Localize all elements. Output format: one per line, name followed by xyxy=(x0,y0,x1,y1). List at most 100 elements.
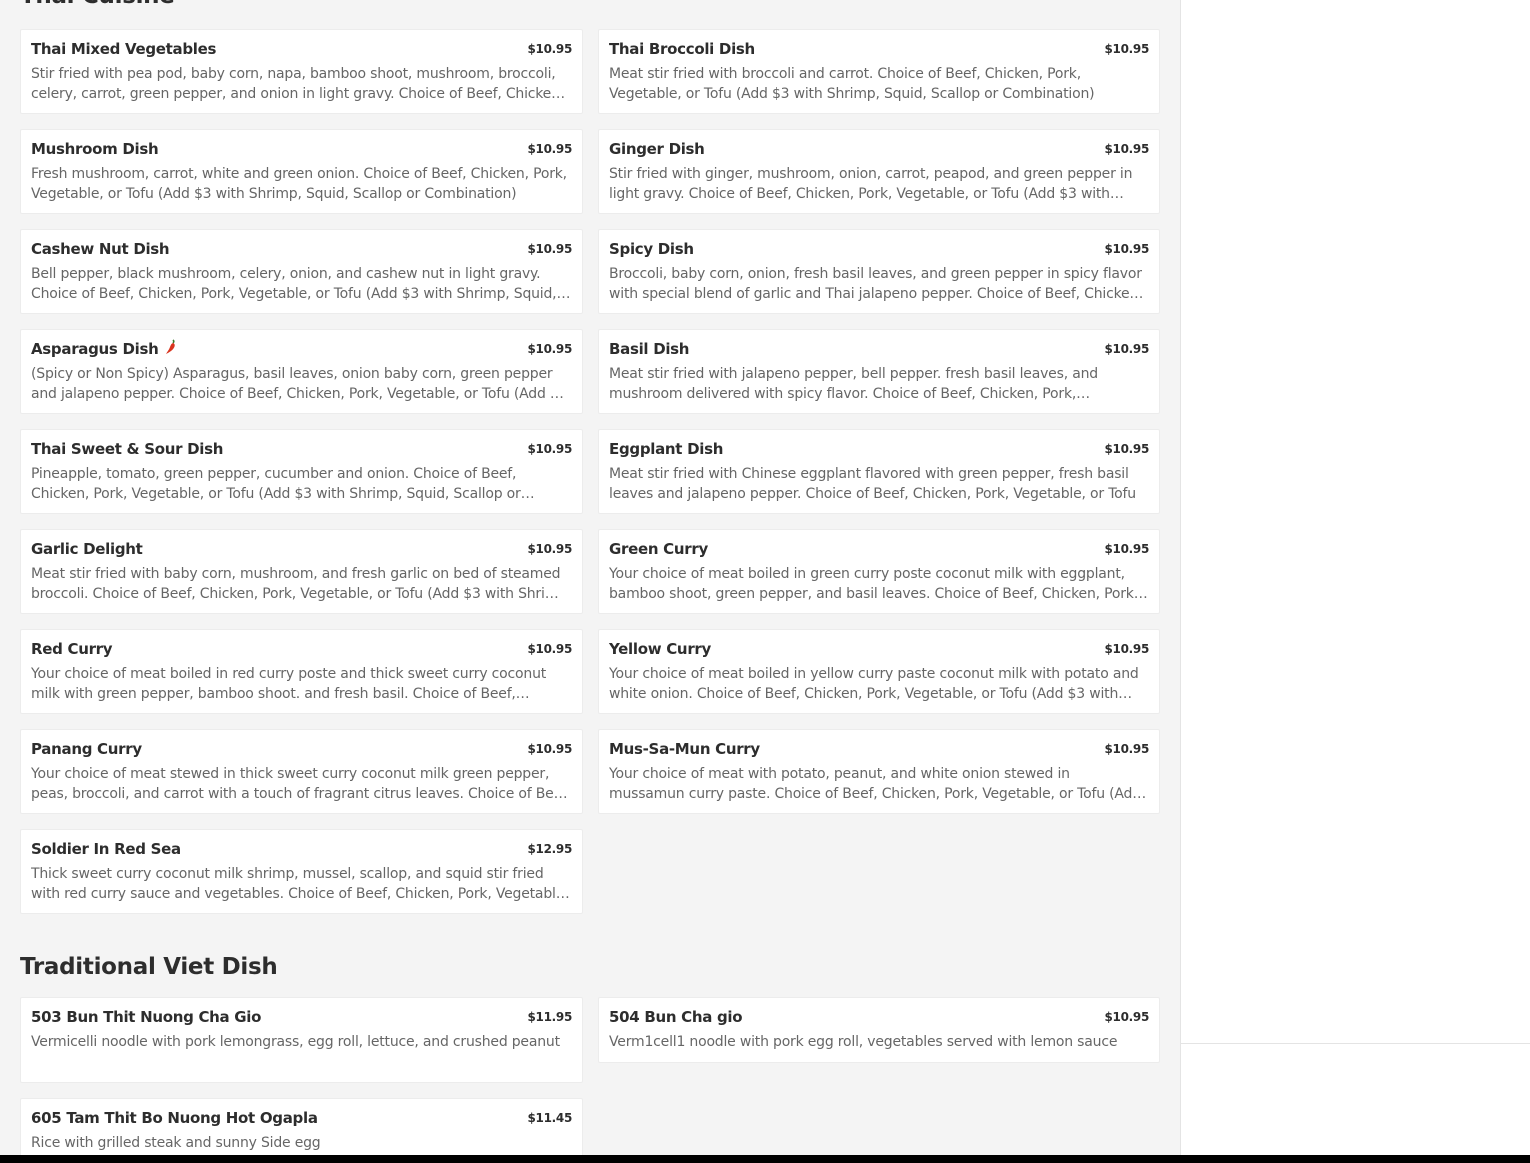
menu-item-header: Mus-Sa-Mun Curry $10.95 xyxy=(609,740,1149,758)
menu-item-title-wrap: Mus-Sa-Mun Curry xyxy=(609,740,760,758)
menu-item-price: $10.95 xyxy=(527,442,572,456)
menu-item-card-yellow-curry[interactable]: Yellow Curry $10.95 Your choice of meat bo… xyxy=(598,629,1160,714)
menu-item-header: Ginger Dish $10.95 xyxy=(609,140,1149,158)
menu-item-price: $10.95 xyxy=(1104,42,1149,56)
menu-item-header: Mushroom Dish $10.95 xyxy=(31,140,572,158)
menu-item-header: Eggplant Dish $10.95 xyxy=(609,440,1149,458)
menu-item-price: $10.95 xyxy=(527,642,572,656)
menu-item-description: Your choice of meat boiled in green curr… xyxy=(609,566,1138,602)
bottom-bar xyxy=(0,1155,1530,1163)
menu-item-header: 503 Bun Thit Nuong Cha Gio $11.95 xyxy=(31,1008,572,1026)
menu-item-price: $10.95 xyxy=(1104,642,1149,656)
menu-item-price: $11.95 xyxy=(527,1010,572,1024)
menu-item-card-soldier-in-red-sea[interactable]: Soldier In Red Sea $12.95 Thick sweet curr… xyxy=(20,829,583,914)
menu-item-card-spicy-dish[interactable]: Spicy Dish $10.95 Broccoli, baby corn, oni… xyxy=(598,229,1160,314)
menu-item-description: Fresh mushroom, carrot, white and green … xyxy=(31,166,567,202)
menu-item-header: 504 Bun Cha gio $10.95 xyxy=(609,1008,1149,1026)
menu-item-description: Your choice of meat boiled in yellow cur… xyxy=(609,666,1139,702)
menu-item-price: $10.95 xyxy=(527,242,572,256)
menu-item-title-wrap: Basil Dish xyxy=(609,340,690,358)
menu-item-card-garlic-delight[interactable]: Garlic Delight $10.95 Meat stir fried with… xyxy=(20,529,583,614)
menu-item-description: Meat stir fried with broccoli and carrot… xyxy=(609,66,1095,102)
menu-item-description: Verm1cell1 noodle with pork egg roll, ve… xyxy=(609,1034,1118,1050)
menu-item-card-thai-mixed-vegetables[interactable]: Thai Mixed Vegetables $10.95 Stir fried wi… xyxy=(20,29,583,114)
menu-item-card-cashew-nut-dish[interactable]: Cashew Nut Dish $10.95 Bell pepper, black … xyxy=(20,229,583,314)
sidebar-divider xyxy=(1181,1043,1530,1044)
menu-item-card-basil-dish[interactable]: Basil Dish $10.95 Meat stir fried with jal… xyxy=(598,329,1160,414)
menu-item-description: Your choice of meat with potato, peanut,… xyxy=(609,766,1141,802)
menu-item-card-503-bun-thit-nuong-cha-gio[interactable]: 503 Bun Thit Nuong Cha Gio $11.95 Vermicel… xyxy=(20,997,583,1083)
menu-item-name: Cashew Nut Dish xyxy=(31,240,170,258)
menu-item-card-mushroom-dish[interactable]: Mushroom Dish $10.95 Fresh mushroom, carro… xyxy=(20,129,583,214)
menu-item-header: 605 Tam Thit Bo Nuong Hot Ogapla $11.45 xyxy=(31,1109,572,1127)
menu-item-card-asparagus-dish[interactable]: Asparagus Dish $10.95 (Spicy or Non Spicy)… xyxy=(20,329,583,414)
menu-item-name: Garlic Delight xyxy=(31,540,143,558)
menu-grid-traditional-viet-dish: 503 Bun Thit Nuong Cha Gio $11.95 Vermicel… xyxy=(20,997,1160,1163)
menu-item-name: Asparagus Dish xyxy=(31,340,159,358)
menu-item-card-605-tam-thit-bo-nuong-hot-ogapla[interactable]: 605 Tam Thit Bo Nuong Hot Ogapla $11.45 Ri… xyxy=(20,1098,583,1163)
menu-item-price: $11.45 xyxy=(527,1111,572,1125)
menu-item-title-wrap: Soldier In Red Sea xyxy=(31,840,181,858)
menu-item-name: Red Curry xyxy=(31,640,113,658)
menu-item-title-wrap: Eggplant Dish xyxy=(609,440,723,458)
menu-item-price: $10.95 xyxy=(1104,542,1149,556)
menu-item-name: Panang Curry xyxy=(31,740,142,758)
menu-item-card-504-bun-cha-gio[interactable]: 504 Bun Cha gio $10.95 Verm1cell1 noodle w… xyxy=(598,997,1160,1063)
menu-item-description: Meat stir fried with jalapeno pepper, be… xyxy=(609,366,1098,402)
menu-item-name: 504 Bun Cha gio xyxy=(609,1008,743,1026)
menu-item-header: Cashew Nut Dish $10.95 xyxy=(31,240,572,258)
menu-item-description: Vermicelli noodle with pork lemongrass, … xyxy=(31,1034,560,1050)
chili-pepper-icon xyxy=(164,338,178,360)
menu-grid-thai-cuisine: Thai Mixed Vegetables $10.95 Stir fried wi… xyxy=(20,29,1160,914)
menu-item-header: Spicy Dish $10.95 xyxy=(609,240,1149,258)
menu-item-header: Thai Sweet & Sour Dish $10.95 xyxy=(31,440,572,458)
menu-item-description: Broccoli, baby corn, onion, fresh basil … xyxy=(609,266,1143,302)
menu-item-price: $10.95 xyxy=(527,342,572,356)
menu-item-title-wrap: Thai Sweet & Sour Dish xyxy=(31,440,223,458)
menu-item-header: Thai Broccoli Dish $10.95 xyxy=(609,40,1149,58)
menu-item-title-wrap: Asparagus Dish xyxy=(31,338,178,360)
menu-item-price: $10.95 xyxy=(527,42,572,56)
menu-item-price: $10.95 xyxy=(527,142,572,156)
menu-item-header: Panang Curry $10.95 xyxy=(31,740,572,758)
menu-item-description: Thick sweet curry coconut milk shrimp, m… xyxy=(31,866,569,902)
menu-item-title-wrap: Mushroom Dish xyxy=(31,140,159,158)
menu-item-price: $10.95 xyxy=(1104,342,1149,356)
menu-item-header: Basil Dish $10.95 xyxy=(609,340,1149,358)
menu-item-card-mus-sa-mun-curry[interactable]: Mus-Sa-Mun Curry $10.95 Your choice of mea… xyxy=(598,729,1160,814)
menu-item-card-red-curry[interactable]: Red Curry $10.95 Your choice of meat boile… xyxy=(20,629,583,714)
menu-item-description: Stir fried with ginger, mushroom, onion,… xyxy=(609,166,1133,202)
menu-item-price: $12.95 xyxy=(527,842,572,856)
menu-item-card-ginger-dish[interactable]: Ginger Dish $10.95 Stir fried with ginger,… xyxy=(598,129,1160,214)
menu-item-header: Thai Mixed Vegetables $10.95 xyxy=(31,40,572,58)
menu-item-title-wrap: Panang Curry xyxy=(31,740,142,758)
menu-item-card-eggplant-dish[interactable]: Eggplant Dish $10.95 Meat stir fried with … xyxy=(598,429,1160,514)
menu-item-name: 503 Bun Thit Nuong Cha Gio xyxy=(31,1008,262,1026)
menu-item-header: Soldier In Red Sea $12.95 xyxy=(31,840,572,858)
menu-item-name: Ginger Dish xyxy=(609,140,705,158)
menu-item-card-thai-broccoli-dish[interactable]: Thai Broccoli Dish $10.95 Meat stir fried … xyxy=(598,29,1160,114)
menu-item-title-wrap: Thai Broccoli Dish xyxy=(609,40,755,58)
menu-item-name: Thai Mixed Vegetables xyxy=(31,40,217,58)
menu-item-card-panang-curry[interactable]: Panang Curry $10.95 Your choice of meat st… xyxy=(20,729,583,814)
menu-item-name: Soldier In Red Sea xyxy=(31,840,181,858)
menu-item-description: Stir fried with pea pod, baby corn, napa… xyxy=(31,66,565,102)
menu-item-title-wrap: Yellow Curry xyxy=(609,640,711,658)
menu-item-title-wrap: Green Curry xyxy=(609,540,708,558)
menu-item-price: $10.95 xyxy=(1104,1010,1149,1024)
menu-item-name: 605 Tam Thit Bo Nuong Hot Ogapla xyxy=(31,1109,318,1127)
menu-item-header: Garlic Delight $10.95 xyxy=(31,540,572,558)
menu-item-card-thai-sweet-sour-dish[interactable]: Thai Sweet & Sour Dish $10.95 Pineapple, t… xyxy=(20,429,583,514)
menu-item-title-wrap: Spicy Dish xyxy=(609,240,694,258)
menu-item-title-wrap: Garlic Delight xyxy=(31,540,143,558)
order-sidebar xyxy=(1180,0,1530,1155)
menu-item-header: Green Curry $10.95 xyxy=(609,540,1149,558)
menu-item-card-green-curry[interactable]: Green Curry $10.95 Your choice of meat boi… xyxy=(598,529,1160,614)
section-title-thai-cuisine: Thai Cuisine xyxy=(20,0,175,9)
menu-item-price: $10.95 xyxy=(1104,242,1149,256)
menu-item-title-wrap: 504 Bun Cha gio xyxy=(609,1008,743,1026)
menu-item-name: Green Curry xyxy=(609,540,708,558)
menu-item-name: Thai Sweet & Sour Dish xyxy=(31,440,224,458)
menu-item-price: $10.95 xyxy=(1104,142,1149,156)
menu-item-description: Your choice of meat stewed in thick swee… xyxy=(31,766,571,802)
